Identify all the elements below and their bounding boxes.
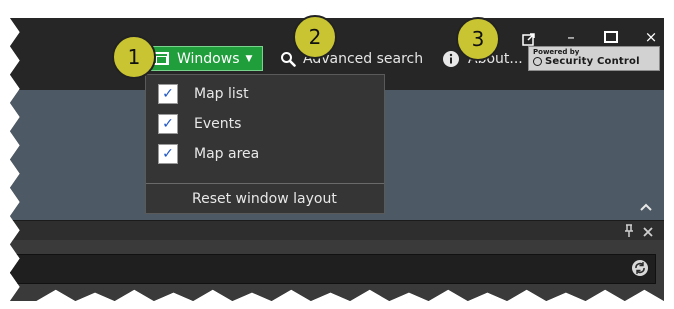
callout-number: 1: [127, 45, 141, 69]
dock-strip: [10, 220, 664, 241]
close-icon[interactable]: ×: [638, 26, 664, 48]
checkbox-map-list[interactable]: ✓: [158, 84, 178, 104]
pop-out-icon-graphic: [522, 33, 535, 46]
eye-icon: [533, 57, 542, 66]
callout-1: 1: [112, 35, 156, 79]
search-input[interactable]: [10, 254, 656, 284]
refresh-graphic: [632, 260, 648, 276]
brand-name: Security Control: [545, 56, 640, 67]
refresh-icon[interactable]: [631, 259, 649, 281]
callout-3: 3: [456, 17, 500, 61]
dock-close-graphic: [643, 227, 653, 237]
windows-label: Windows: [177, 50, 240, 67]
minimize-glyph: –: [567, 28, 575, 46]
callout-number: 3: [471, 27, 485, 51]
search-icon: [281, 51, 296, 67]
windows-dropdown-menu: ✓ Map list ✓ Events ✓ Map area Reset win…: [145, 74, 385, 214]
checkbox-map-area[interactable]: ✓: [158, 144, 178, 164]
caret-down-icon: ▼: [245, 53, 253, 64]
menu-item-map-list[interactable]: ✓ Map list: [146, 79, 384, 109]
info-icon: [443, 50, 459, 67]
menu-item-events[interactable]: ✓ Events: [146, 109, 384, 139]
pin-graphic: [625, 224, 633, 237]
maximize-icon[interactable]: [598, 26, 624, 48]
checkbox-events[interactable]: ✓: [158, 114, 178, 134]
maximize-icon-graphic: [604, 31, 618, 43]
powered-by-text: Powered by: [533, 48, 580, 56]
menu-item-label: Map area: [194, 146, 260, 162]
menu-item-label: Events: [194, 116, 242, 132]
menu-separator: [146, 183, 384, 184]
menu-item-reset-layout[interactable]: Reset window layout: [146, 185, 384, 213]
chevron-up-icon[interactable]: [640, 200, 652, 214]
menu-item-map-area[interactable]: ✓ Map area: [146, 139, 384, 169]
windows-menu-button[interactable]: Windows ▼: [145, 46, 263, 71]
powered-by-logo: Powered by Security Control: [528, 46, 660, 71]
callout-number: 2: [308, 25, 322, 49]
menu-item-label: Map list: [194, 86, 249, 102]
chevron-up-graphic: [640, 203, 652, 211]
callout-2: 2: [293, 15, 337, 59]
search-panel: [10, 240, 664, 301]
minimize-icon[interactable]: –: [558, 26, 584, 48]
close-glyph: ×: [644, 28, 658, 46]
reset-layout-label: Reset window layout: [192, 191, 337, 207]
